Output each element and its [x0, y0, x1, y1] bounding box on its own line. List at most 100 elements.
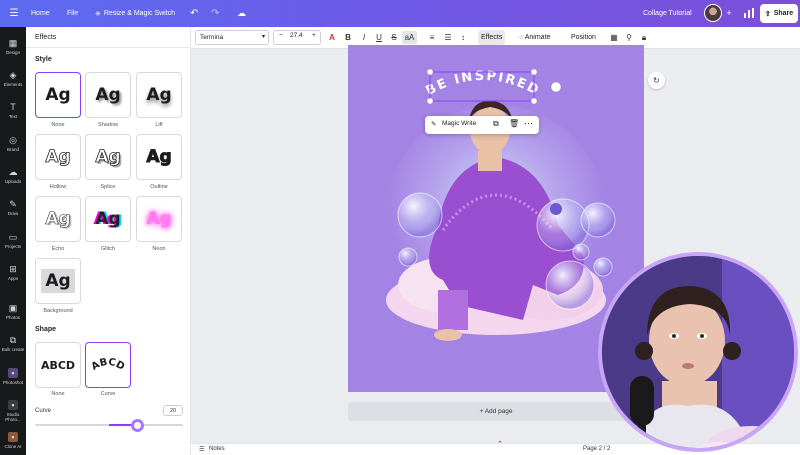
rail-text[interactable]: T Text [0, 102, 26, 119]
rail-design[interactable]: ▦ Design [0, 38, 26, 55]
elements-icon: ◈ [9, 70, 17, 80]
shape-none[interactable]: ABCD [35, 342, 81, 388]
style-sample: Ag [146, 85, 172, 105]
font-name: Termina [200, 34, 224, 41]
animate-button[interactable]: ◌ Animate [516, 30, 553, 45]
sparkle-icon: ✳ [95, 10, 101, 18]
increase-size-button[interactable]: + [312, 32, 316, 39]
curve-slider-knob[interactable] [131, 419, 144, 432]
style-background[interactable]: Ag [35, 258, 81, 304]
menu-icon[interactable]: ☰ [6, 0, 22, 27]
font-select[interactable]: Termina ▾ [195, 30, 269, 45]
design-icon: ▦ [8, 38, 18, 48]
rail-studio-photo[interactable]: ▪ Studio Photo... [0, 400, 26, 422]
page-indicator[interactable]: Page 2 / 2 [583, 446, 610, 452]
rail-brand[interactable]: ◎ Brand [0, 135, 26, 152]
top-bar: ☰ Home File ✳ Resize & Magic Switch ↶ ↷ … [0, 0, 800, 27]
rail-apps[interactable]: ⊞ Apps [0, 264, 26, 281]
style-echo[interactable]: Ag [35, 196, 81, 242]
letter-case-button[interactable]: aA [402, 31, 417, 44]
decrease-size-button[interactable]: − [279, 32, 283, 39]
draw-icon: ✎ [9, 199, 17, 209]
style-neon[interactable]: Ag [136, 196, 182, 242]
rail-photoshot[interactable]: ▪ Photoshot [0, 368, 26, 385]
style-sample: Ag [41, 269, 75, 293]
clone-icon: ▪ [8, 432, 18, 442]
style-sample: Ag [45, 209, 71, 230]
style-caption: None [51, 122, 65, 128]
effects-button[interactable]: Effects [478, 30, 506, 45]
share-button[interactable]: ⇪ Share [760, 4, 798, 23]
resize-button[interactable]: ✳ Resize & Magic Switch [95, 0, 175, 27]
italic-button[interactable]: I [358, 31, 370, 44]
style-caption: Outline [150, 184, 168, 190]
transparency-icon[interactable]: ▦ [608, 31, 620, 44]
style-hollow[interactable]: Ag [35, 134, 81, 180]
paint-roller-icon[interactable]: ⚲ [623, 31, 635, 44]
style-sample: Ag [95, 209, 121, 229]
animate-icon: ◌ [519, 34, 524, 41]
bold-button[interactable]: B [342, 31, 354, 44]
style-lift[interactable]: Ag [136, 72, 182, 118]
style-sample: Ag [45, 85, 71, 105]
style-caption: Shadow [98, 122, 118, 128]
divider [26, 47, 191, 48]
animate-label: Animate [524, 34, 551, 41]
align-center-icon[interactable]: ≡ [426, 31, 438, 44]
font-size-value[interactable]: 27.4 [290, 32, 303, 39]
style-shadow[interactable]: Ag [85, 72, 131, 118]
position-button[interactable]: Position [568, 30, 599, 45]
refresh-icon[interactable]: ↻ [648, 72, 665, 89]
element-context-bar: ✎ Magic Write ⧉ 🗑︎ ⋯ [425, 116, 539, 134]
style-outline[interactable]: Ag [136, 134, 182, 180]
style-section-label: Style [35, 56, 52, 63]
rail-uploads[interactable]: ☁ Uploads [0, 167, 26, 184]
add-page-button[interactable]: + Add page [348, 402, 644, 421]
notes-button[interactable]: Notes [209, 446, 225, 452]
style-caption: Background [43, 308, 73, 314]
bulk-create-icon: ⧉ [9, 335, 17, 345]
rail-draw[interactable]: ✎ Draw [0, 199, 26, 216]
duplicate-icon[interactable]: ⧉ [493, 119, 499, 129]
style-caption: Glitch [100, 246, 116, 252]
magic-write-button[interactable]: Magic Write [442, 120, 476, 127]
avatar[interactable] [704, 4, 722, 22]
projects-icon: ▭ [8, 232, 18, 242]
text-icon: T [10, 102, 16, 112]
notes-icon[interactable]: ☰ [199, 446, 204, 453]
curve-value-input[interactable]: 20 [163, 405, 183, 416]
rail-photos[interactable]: ▣ Photos [0, 303, 26, 320]
underline-button[interactable]: U [373, 31, 385, 44]
style-none[interactable]: Ag [35, 72, 81, 118]
home-button[interactable]: Home [31, 0, 50, 27]
chevron-up-icon[interactable]: ⌃ [497, 440, 503, 448]
undo-icon[interactable]: ↶ [190, 0, 198, 27]
curve-label: Curve [35, 408, 52, 414]
shape-sample: ABCD [40, 358, 76, 372]
style-caption: Echo [51, 246, 65, 252]
style-glitch[interactable]: Ag [85, 196, 131, 242]
rail-elements[interactable]: ◈ Elements [0, 70, 26, 87]
shape-caption: None [51, 391, 65, 397]
spacing-icon[interactable]: ↕ [457, 31, 469, 44]
lock-icon[interactable]: 🔒︎ [638, 31, 650, 44]
cloud-saved-icon[interactable]: ☁ [237, 0, 246, 27]
file-menu[interactable]: File [67, 0, 78, 27]
style-sample: Ag [45, 147, 71, 168]
style-splice[interactable]: Ag [85, 134, 131, 180]
shape-curve[interactable]: ABCD [85, 342, 131, 388]
document-title[interactable]: Collage Tutorial [643, 0, 692, 27]
strikethrough-button[interactable]: S [388, 31, 400, 44]
stats-icon[interactable] [743, 7, 755, 19]
list-icon[interactable]: ☰ [442, 31, 454, 44]
rail-projects[interactable]: ▭ Projects [0, 232, 26, 249]
add-collaborator-icon[interactable]: + [723, 7, 735, 19]
delete-icon[interactable]: 🗑︎ [509, 119, 519, 128]
uploads-icon: ☁ [8, 167, 18, 177]
rail-clone[interactable]: ▪ Clone AI [0, 432, 26, 449]
redo-icon[interactable]: ↷ [211, 0, 219, 27]
font-size-stepper[interactable]: − 27.4 + [273, 30, 321, 45]
more-options-icon[interactable]: ⋯ [524, 118, 533, 129]
rail-bulk-create[interactable]: ⧉ Bulk create [0, 335, 26, 352]
text-color-icon[interactable]: A [326, 31, 338, 44]
